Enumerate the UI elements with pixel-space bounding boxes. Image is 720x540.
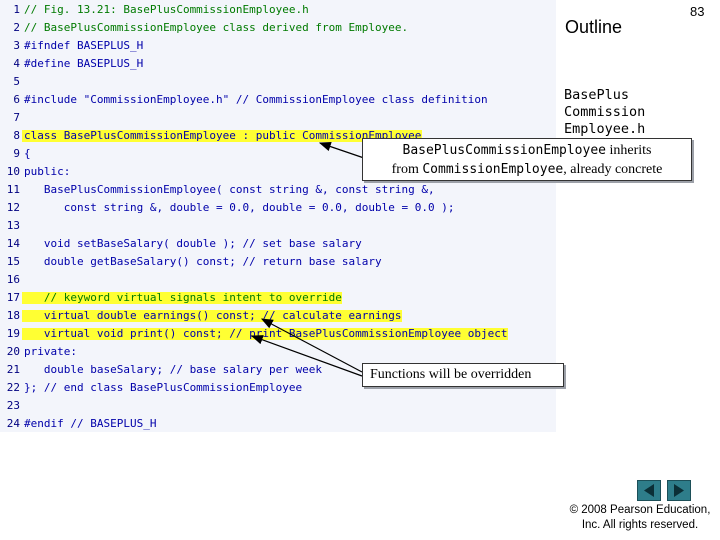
code-text: #define BASEPLUS_H (24, 57, 144, 70)
code-line: 1 // Fig. 13.21: BasePlusCommissionEmploy… (0, 1, 309, 19)
file-name: BasePlus Commission Employee.h (564, 87, 714, 138)
line-number: 2 (13, 21, 20, 34)
line-number: 19 (6, 327, 20, 340)
previous-slide-button[interactable] (637, 480, 661, 501)
next-slide-button[interactable] (667, 480, 691, 501)
code-line: 17 // keyword virtual signals intent to … (0, 289, 342, 307)
line-number: 16 (6, 273, 20, 286)
callout-inherits: BasePlusCommissionEmployee inherits from… (362, 138, 692, 181)
line-number: 12 (6, 201, 20, 214)
code-line: 7 (0, 109, 24, 127)
code-line: 6 #include "CommissionEmployee.h" // Comm… (0, 91, 488, 109)
code-line: 18 virtual double earnings() const; // c… (0, 307, 402, 325)
copyright-line-1: © 2008 Pearson Education, (569, 504, 711, 516)
code-text: { (24, 147, 31, 160)
code-line: 20 private: (0, 343, 77, 361)
line-number: 6 (13, 93, 20, 106)
code-line: 23 (0, 397, 24, 415)
line-number: 3 (13, 39, 20, 52)
code-line: 5 (0, 73, 24, 91)
line-number: 1 (13, 3, 20, 16)
line-number: 18 (6, 309, 20, 322)
code-line: 4 #define BASEPLUS_H (0, 55, 143, 73)
code-text: BasePlusCommissionEmployee( const string… (24, 183, 435, 196)
file-name-line-3: Employee.h (564, 121, 646, 137)
code-line: 9{ (0, 145, 31, 163)
line-number: 4 (13, 57, 20, 70)
outline-label: Outline (565, 17, 623, 37)
callout-inherits-line-2: from CommissionEmployee, already concret… (363, 160, 691, 179)
line-number: 17 (6, 291, 20, 304)
code-line: 10 public: (0, 163, 71, 181)
code-line: 13 (0, 217, 24, 235)
code-text: #endif // BASEPLUS_H (24, 417, 157, 430)
right-triangle-icon (674, 484, 684, 497)
code-text: #include "CommissionEmployee.h" // Commi… (24, 93, 488, 106)
callout-overridden: Functions will be overridden (362, 363, 564, 387)
callout-code-2: CommissionEmployee (422, 162, 564, 177)
code-text: // keyword virtual signals intent to ove… (24, 291, 342, 304)
line-number: 10 (6, 165, 20, 178)
line-number: 8 (13, 129, 20, 142)
callout-text-3: , already concrete (563, 162, 663, 177)
file-name-line-2: Commission (564, 104, 646, 120)
code-text: const string &, double = 0.0, double = 0… (24, 201, 455, 214)
code-line: 11 BasePlusCommissionEmployee( const str… (0, 181, 435, 199)
code-line: 16 (0, 271, 24, 289)
line-number: 9 (13, 147, 20, 160)
code-text: #ifndef BASEPLUS_H (24, 39, 144, 52)
line-number: 20 (6, 345, 20, 358)
line-number: 5 (13, 75, 20, 88)
code-line: 15 double getBaseSalary() const; // retu… (0, 253, 382, 271)
code-text: private: (24, 345, 77, 358)
code-text: virtual double earnings() const; // calc… (24, 309, 402, 322)
code-line: 2 // BasePlusCommissionEmployee class der… (0, 19, 408, 37)
callout-text-1: inherits (606, 143, 652, 158)
code-line: 14 void setBaseSalary( double ); // set … (0, 235, 362, 253)
callout-inherits-line-1: BasePlusCommissionEmployee inherits (363, 141, 691, 160)
copyright-line-2: Inc. All rights reserved. (581, 519, 699, 531)
left-triangle-icon (644, 484, 654, 497)
file-name-line-1: BasePlus (564, 87, 630, 103)
code-text: public: (24, 165, 71, 178)
code-text: virtual void print() const; // print Bas… (24, 327, 508, 340)
code-text: // Fig. 13.21: BasePlusCommissionEmploye… (24, 3, 309, 16)
line-number: 23 (6, 399, 20, 412)
code-text: // BasePlusCommissionEmployee class deri… (24, 21, 409, 34)
line-number: 11 (6, 183, 20, 196)
code-line: 19 virtual void print() const; // print … (0, 325, 508, 343)
code-line: 12 const string &, double = 0.0, double … (0, 199, 455, 217)
line-number: 15 (6, 255, 20, 268)
line-number: 7 (13, 111, 20, 124)
code-text: void setBaseSalary( double ); // set bas… (24, 237, 362, 250)
code-text: double baseSalary; // base salary per we… (24, 363, 323, 376)
line-number: 24 (6, 417, 20, 430)
page-number: 83 (690, 4, 705, 19)
code-text: double getBaseSalary() const; // return … (24, 255, 382, 268)
line-number: 22 (6, 381, 20, 394)
callout-text-2: from (391, 162, 423, 177)
code-line: 21 double baseSalary; // base salary per… (0, 361, 322, 379)
code-line: 24 #endif // BASEPLUS_H (0, 415, 157, 433)
line-number: 13 (6, 219, 20, 232)
code-line: 22 }; // end class BasePlusCommissionEmpl… (0, 379, 302, 397)
line-number: 21 (6, 363, 20, 376)
line-number: 14 (6, 237, 20, 250)
callout-code-1: BasePlusCommissionEmployee (402, 143, 607, 158)
code-line: 3 #ifndef BASEPLUS_H (0, 37, 143, 55)
copyright: © 2008 Pearson Education, Inc. All right… (560, 503, 720, 533)
code-line: 8 class BasePlusCommissionEmployee : publ… (0, 127, 421, 145)
code-text: }; // end class BasePlusCommissionEmploy… (24, 381, 303, 394)
